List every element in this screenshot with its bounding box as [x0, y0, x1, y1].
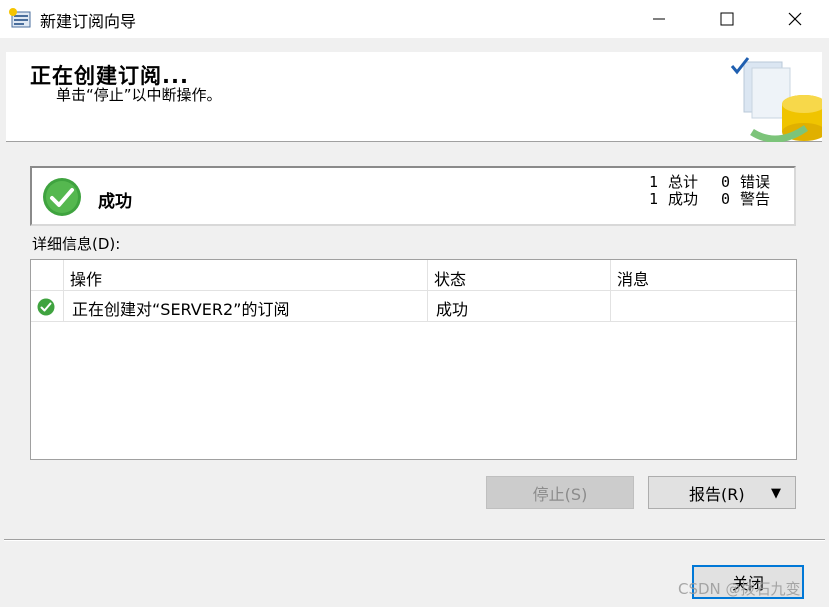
window-title: 新建订阅向导 — [40, 12, 137, 31]
row-status: 成功 — [428, 291, 611, 321]
success-label: 成功 — [668, 190, 699, 208]
stats-row-2: 1 成功 0 警告 — [634, 191, 780, 208]
report-button[interactable]: 报告(R) ▼ — [648, 476, 796, 509]
page-subtitle: 单击“停止”以中断操作。 — [56, 86, 222, 104]
report-button-label: 报告(R) — [689, 484, 745, 504]
error-count: 0 — [720, 173, 730, 191]
total-label: 总计 — [668, 173, 699, 191]
details-label: 详细信息(D): — [32, 235, 121, 253]
minimize-button[interactable] — [636, 0, 682, 38]
column-header-operation[interactable]: 操作 — [64, 260, 428, 291]
success-check-icon — [42, 177, 82, 217]
title-bar: 新建订阅向导 — [0, 0, 829, 38]
divider — [4, 539, 825, 541]
row-message — [611, 291, 796, 321]
column-header-status[interactable]: 状态 — [428, 260, 611, 291]
stop-button[interactable]: 停止(S) — [486, 476, 634, 509]
close-icon — [788, 12, 802, 26]
table-header: 操作 状态 消息 — [31, 260, 796, 291]
close-window-button[interactable] — [772, 0, 818, 38]
database-check-icon — [722, 52, 826, 143]
row-status-icon-cell — [31, 291, 64, 321]
total-count: 1 — [648, 173, 658, 191]
row-operation: 正在创建对“SERVER2”的订阅 — [64, 291, 428, 321]
stats-row-1: 1 总计 0 错误 — [634, 174, 780, 191]
success-check-icon — [37, 298, 55, 316]
column-header-message[interactable]: 消息 — [611, 260, 796, 291]
success-count: 1 — [648, 190, 658, 208]
error-label: 错误 — [740, 173, 771, 191]
maximize-button[interactable] — [704, 0, 750, 38]
wizard-app-icon — [8, 7, 32, 29]
maximize-icon — [720, 12, 734, 26]
details-table[interactable]: 操作 状态 消息 正在创建对“SERVER2”的订阅 成功 — [30, 259, 797, 460]
status-panel: 成功 1 总计 0 错误 1 成功 0 警告 — [30, 166, 796, 226]
warning-count: 0 — [720, 190, 730, 208]
table-row[interactable]: 正在创建对“SERVER2”的订阅 成功 — [31, 291, 796, 322]
status-stats: 1 总计 0 错误 1 成功 0 警告 — [634, 174, 780, 208]
chevron-down-icon: ▼ — [771, 486, 781, 501]
minimize-icon — [653, 18, 665, 20]
warning-label: 警告 — [740, 190, 771, 208]
status-text: 成功 — [98, 192, 132, 212]
column-header-icon[interactable] — [31, 260, 64, 291]
wizard-header: 正在创建订阅... 单击“停止”以中断操作。 — [6, 52, 826, 143]
watermark: CSDN @拨石九变 — [678, 580, 801, 598]
